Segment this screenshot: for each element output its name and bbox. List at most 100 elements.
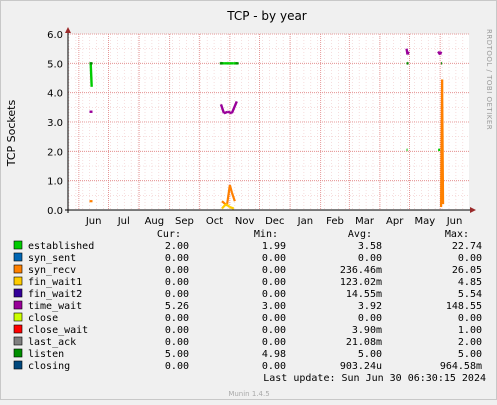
legend-name-established: established xyxy=(28,241,94,252)
x-tick-label: Dec xyxy=(265,216,284,227)
y-axis-arrow xyxy=(65,27,71,33)
legend-swatch-last_ack xyxy=(13,336,23,346)
x-tick-label: Sep xyxy=(175,216,194,227)
legend-avg-syn_recv: 236.46m xyxy=(340,265,382,276)
legend-min-last_ack: 0.00 xyxy=(262,337,286,348)
y-tick-label: 5.0 xyxy=(47,59,63,70)
chart-title: TCP - by year xyxy=(226,9,307,23)
x-tick-label: Nov xyxy=(235,216,255,227)
legend-min-close: 0.00 xyxy=(262,313,286,324)
y-axis-label: TCP Sockets xyxy=(5,100,18,168)
x-axis-arrow xyxy=(470,207,476,213)
legend-avg-close: 0.00 xyxy=(358,313,382,324)
legend-min-fin_wait1: 0.00 xyxy=(262,277,286,288)
legend-cur-last_ack: 0.00 xyxy=(165,337,189,348)
legend-header-min: Min: xyxy=(254,229,278,240)
legend-max-fin_wait2: 5.54 xyxy=(458,289,482,300)
legend-avg-closing: 903.24u xyxy=(340,361,382,372)
legend-max-fin_wait1: 4.85 xyxy=(458,277,482,288)
legend-max-established: 22.74 xyxy=(452,241,482,252)
y-tick-label: 6.0 xyxy=(47,30,63,41)
legend-min-closing: 0.00 xyxy=(262,361,286,372)
legend-cur-closing: 0.00 xyxy=(165,361,189,372)
legend-max-last_ack: 2.00 xyxy=(458,337,482,348)
legend-name-syn_recv: syn_recv xyxy=(28,265,76,276)
legend-swatch-established xyxy=(13,240,23,250)
y-tick-label: 3.0 xyxy=(47,118,63,129)
legend-min-syn_sent: 0.00 xyxy=(262,253,286,264)
series-segment-time_wait xyxy=(438,51,443,55)
legend-cur-close_wait: 0.00 xyxy=(165,325,189,336)
munin-graph-frame: TCP - by year TCP Sockets RRDTOOL / TOBI… xyxy=(0,0,497,400)
legend-avg-last_ack: 21.08m xyxy=(346,337,382,348)
legend-cur-time_wait: 5.26 xyxy=(165,301,189,312)
legend-name-syn_sent: syn_sent xyxy=(28,253,76,264)
x-tick-label: Jun xyxy=(85,216,102,227)
legend-min-time_wait: 3.00 xyxy=(262,301,286,312)
x-tick-label: May xyxy=(414,216,435,227)
x-tick-label: Aug xyxy=(145,216,165,227)
x-tick-label: Jul xyxy=(117,216,130,227)
legend-swatch-fin_wait2 xyxy=(13,288,23,298)
legend-cur-fin_wait2: 0.00 xyxy=(165,289,189,300)
legend-max-listen: 5.00 xyxy=(458,349,482,360)
x-tick-label: Jun xyxy=(446,216,463,227)
legend-max-time_wait: 148.55 xyxy=(446,301,482,312)
legend-avg-syn_sent: 0.00 xyxy=(358,253,382,264)
series-segment-established xyxy=(89,63,93,87)
legend-name-fin_wait1: fin_wait1 xyxy=(28,277,82,288)
legend-swatch-close xyxy=(13,312,23,322)
legend-max-syn_sent: 0.00 xyxy=(458,253,482,264)
legend-name-time_wait: time_wait xyxy=(28,301,82,312)
legend-header-max: Max: xyxy=(445,229,469,240)
legend-swatch-syn_sent xyxy=(13,252,23,262)
legend-cur-listen: 5.00 xyxy=(165,349,189,360)
legend-min-fin_wait2: 0.00 xyxy=(262,289,286,300)
legend-max-closing: 964.58m xyxy=(440,361,482,372)
legend-swatch-closing xyxy=(13,360,23,370)
x-tick-labels: Jun Jul Aug Sep Oct Nov Dec Jan Feb Mar Apr May Jun xyxy=(85,216,463,227)
x-tick-label: Jan xyxy=(297,216,313,227)
legend-min-listen: 4.98 xyxy=(262,349,286,360)
legend-cur-syn_sent: 0.00 xyxy=(165,253,189,264)
y-tick-label: 4.0 xyxy=(47,89,63,100)
legend-avg-fin_wait2: 14.55m xyxy=(346,289,382,300)
series-segment-time_wait xyxy=(406,51,410,55)
legend-name-fin_wait2: fin_wait2 xyxy=(28,289,82,300)
legend-header-avg: Avg: xyxy=(348,229,372,240)
y-tick-label: 1.0 xyxy=(47,177,63,188)
y-tick-labels: 0.0 1.0 2.0 3.0 4.0 5.0 6.0 xyxy=(47,30,63,217)
legend-avg-established: 3.58 xyxy=(358,241,382,252)
series-segment-syn_recv xyxy=(440,79,445,205)
series-segment-time_wait xyxy=(223,110,229,115)
legend-name-closing: closing xyxy=(28,361,70,372)
legend-min-syn_recv: 0.00 xyxy=(262,265,286,276)
legend: Cur: Min: Avg: Max: established 2.00 1.99 3… xyxy=(13,229,482,372)
legend-name-last_ack: last_ack xyxy=(28,337,76,348)
legend-swatch-close_wait xyxy=(13,324,23,334)
legend-header-cur: Cur: xyxy=(157,229,181,240)
last-update: Last update: Sun Jun 30 06:30:15 2024 xyxy=(263,373,486,384)
legend-max-close_wait: 1.00 xyxy=(458,325,482,336)
legend-avg-time_wait: 3.92 xyxy=(358,301,382,312)
legend-name-close: close xyxy=(28,313,58,324)
x-tick-label: Mar xyxy=(355,216,375,227)
legend-swatch-syn_recv xyxy=(13,264,23,274)
legend-cur-fin_wait1: 0.00 xyxy=(165,277,189,288)
legend-swatch-fin_wait1 xyxy=(13,276,23,286)
x-tick-label: Oct xyxy=(206,216,223,227)
legend-min-established: 1.99 xyxy=(262,241,286,252)
legend-avg-listen: 5.00 xyxy=(358,349,382,360)
legend-avg-fin_wait1: 123.02m xyxy=(340,277,382,288)
x-tick-label: Apr xyxy=(386,216,404,227)
legend-cur-syn_recv: 0.00 xyxy=(165,265,189,276)
legend-avg-close_wait: 3.90m xyxy=(352,325,382,336)
legend-name-listen: listen xyxy=(28,349,64,360)
x-tick-label: Feb xyxy=(326,216,344,227)
y-tick-label: 0.0 xyxy=(47,206,63,217)
legend-swatch-listen xyxy=(13,348,23,358)
tcp-chart: TCP - by year TCP Sockets RRDTOOL / TOBI… xyxy=(5,9,493,398)
legend-cur-close: 0.00 xyxy=(165,313,189,324)
legend-cur-established: 2.00 xyxy=(165,241,189,252)
series-segment-fin_wait1 xyxy=(229,206,235,210)
